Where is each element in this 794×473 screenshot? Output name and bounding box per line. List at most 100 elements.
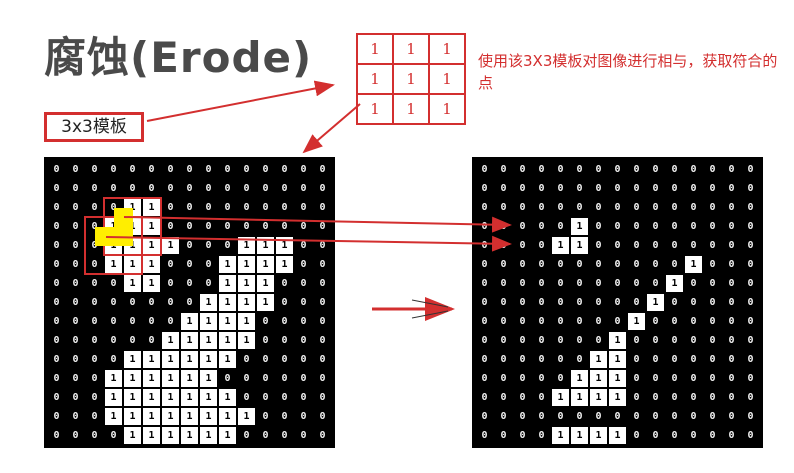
pixel-cell: 1 <box>684 255 703 274</box>
pixel-cell: 1 <box>665 274 684 293</box>
pixel-cell: 1 <box>218 255 237 274</box>
pixel-cell: 0 <box>519 297 526 308</box>
pixel-cell: 0 <box>576 335 583 346</box>
pixel-cell: 0 <box>53 430 60 441</box>
pixel-cell: 1 <box>123 217 142 236</box>
pixel-cell: 0 <box>614 240 621 251</box>
pixel-cell: 1 <box>142 255 161 274</box>
pixel-cell: 1 <box>608 331 627 350</box>
pixel-cell: 0 <box>728 259 735 270</box>
pixel-cell: 0 <box>72 164 79 175</box>
pixel-cell: 0 <box>186 278 193 289</box>
pixel-cell: 0 <box>281 278 288 289</box>
pixel-cell: 0 <box>243 183 250 194</box>
pixel-cell: 0 <box>224 373 231 384</box>
pixel-cell: 0 <box>300 430 307 441</box>
pixel-cell: 0 <box>481 316 488 327</box>
pixel-cell: 1 <box>551 388 570 407</box>
pixel-cell: 0 <box>481 411 488 422</box>
pixel-cell: 1 <box>123 426 142 445</box>
pixel-cell: 0 <box>91 354 98 365</box>
pixel-cell: 0 <box>281 221 288 232</box>
pixel-cell: 0 <box>747 221 754 232</box>
pixel-cell: 0 <box>243 430 250 441</box>
pixel-cell: 0 <box>728 316 735 327</box>
pixel-cell: 0 <box>633 354 640 365</box>
pixel-cell: 0 <box>747 411 754 422</box>
pixel-cell: 1 <box>180 426 199 445</box>
pixel-cell: 0 <box>576 297 583 308</box>
pixel-cell: 1 <box>199 426 218 445</box>
pixel-cell: 0 <box>91 297 98 308</box>
pixel-cell: 0 <box>519 164 526 175</box>
pixel-cell: 0 <box>243 164 250 175</box>
pixel-cell: 0 <box>690 240 697 251</box>
pixel-cell: 0 <box>53 240 60 251</box>
pixel-cell: 0 <box>576 164 583 175</box>
pixel-cell: 0 <box>633 221 640 232</box>
pixel-cell: 0 <box>633 411 640 422</box>
pixel-cell: 0 <box>652 164 659 175</box>
page-title: 腐蚀(Erode) <box>44 33 313 82</box>
pixel-cell: 0 <box>110 430 117 441</box>
pixel-cell: 0 <box>167 316 174 327</box>
kernel-cell: 1 <box>357 94 393 124</box>
pixel-cell: 0 <box>633 392 640 403</box>
pixel-cell: 0 <box>690 392 697 403</box>
pixel-cell: 0 <box>519 373 526 384</box>
pixel-cell: 0 <box>300 221 307 232</box>
pixel-cell: 0 <box>500 316 507 327</box>
pixel-cell: 0 <box>481 240 488 251</box>
pixel-cell: 0 <box>91 430 98 441</box>
pixel-cell: 0 <box>53 259 60 270</box>
pixel-cell: 0 <box>53 202 60 213</box>
pixel-cell: 0 <box>690 202 697 213</box>
pixel-cell: 0 <box>595 164 602 175</box>
pixel-cell: 1 <box>161 407 180 426</box>
pixel-cell: 0 <box>538 373 545 384</box>
pixel-cell: 0 <box>709 335 716 346</box>
pixel-cell: 1 <box>237 407 256 426</box>
pixel-cell: 0 <box>747 354 754 365</box>
source-image-grid: 0000000000000000000000000000000000110000… <box>44 157 335 448</box>
pixel-cell: 0 <box>709 202 716 213</box>
pixel-cell: 0 <box>595 297 602 308</box>
pixel-cell: 0 <box>557 316 564 327</box>
pixel-cell: 0 <box>300 297 307 308</box>
pixel-cell: 0 <box>652 411 659 422</box>
pixel-cell: 0 <box>72 392 79 403</box>
pixel-cell: 0 <box>500 183 507 194</box>
pixel-cell: 0 <box>53 354 60 365</box>
pixel-cell: 0 <box>205 259 212 270</box>
pixel-cell: 0 <box>53 183 60 194</box>
pixel-cell: 0 <box>148 335 155 346</box>
pixel-cell: 0 <box>281 354 288 365</box>
pixel-cell: 0 <box>300 411 307 422</box>
pixel-cell: 1 <box>180 369 199 388</box>
pixel-cell: 0 <box>709 183 716 194</box>
pixel-cell: 0 <box>110 335 117 346</box>
pixel-cell: 0 <box>72 202 79 213</box>
pixel-cell: 0 <box>300 202 307 213</box>
kernel-cell: 1 <box>357 34 393 64</box>
pixel-cell: 0 <box>72 354 79 365</box>
pixel-cell: 0 <box>262 202 269 213</box>
pixel-cell: 0 <box>300 354 307 365</box>
pixel-cell: 0 <box>148 316 155 327</box>
pixel-cell: 0 <box>728 221 735 232</box>
pixel-cell: 1 <box>123 198 142 217</box>
pixel-cell: 1 <box>218 312 237 331</box>
pixel-cell: 0 <box>633 373 640 384</box>
pixel-cell: 0 <box>481 221 488 232</box>
pixel-cell: 1 <box>199 407 218 426</box>
pixel-cell: 0 <box>728 278 735 289</box>
pixel-cell: 0 <box>633 240 640 251</box>
pixel-cell: 1 <box>570 236 589 255</box>
pixel-cell: 0 <box>538 335 545 346</box>
pixel-cell: 0 <box>671 316 678 327</box>
pixel-cell: 0 <box>671 259 678 270</box>
pixel-cell: 0 <box>747 297 754 308</box>
pixel-cell: 0 <box>519 259 526 270</box>
pixel-cell: 0 <box>481 373 488 384</box>
pixel-cell: 0 <box>72 259 79 270</box>
